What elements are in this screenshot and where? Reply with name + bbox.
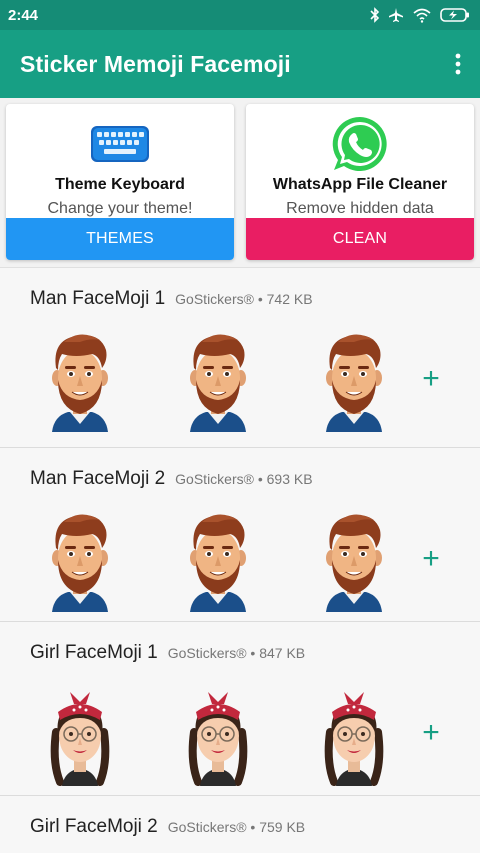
pack-publisher: GoStickers® — [167, 819, 247, 835]
status-icons — [370, 7, 470, 23]
pack-meta: GoStickers® • 693 KB — [175, 471, 312, 487]
sticker-pack[interactable]: Girl FaceMoji 1 GoStickers® • 847 KB + — [0, 622, 480, 796]
pack-meta: GoStickers® • 759 KB — [168, 819, 305, 835]
promo-area: Theme Keyboard Change your theme! THEMES… — [0, 98, 480, 268]
pack-name: Man FaceMoji 1 — [30, 288, 166, 309]
man-laugh-sticker — [178, 328, 258, 432]
promo-subtitle: Change your theme! — [47, 200, 193, 217]
more-vert-icon[interactable] — [454, 52, 462, 76]
girl-surprised-sticker — [314, 682, 394, 786]
sticker-row: + — [0, 328, 480, 438]
sticker-pack[interactable]: Man FaceMoji 1 GoStickers® • 742 KB + — [0, 268, 480, 448]
pack-meta: GoStickers® • 742 KB — [175, 291, 312, 307]
promo-card-whatsapp[interactable]: WhatsApp File Cleaner Remove hidden data… — [246, 104, 474, 260]
pack-header: Girl FaceMoji 1 GoStickers® • 847 KB — [30, 642, 305, 664]
pack-size: 742 KB — [266, 291, 313, 307]
pack-name: Girl FaceMoji 1 — [30, 642, 158, 663]
airplane-icon — [389, 8, 403, 22]
girl-smile-sticker — [40, 682, 120, 786]
pack-header: Girl FaceMoji 2 GoStickers® • 759 KB — [30, 816, 305, 838]
pack-publisher: GoStickers® — [175, 471, 254, 487]
sticker-row: + — [0, 682, 480, 792]
man-wink-sticker — [178, 508, 258, 612]
pack-name: Man FaceMoji 2 — [30, 468, 166, 489]
meta-separator: • — [257, 471, 263, 487]
add-icon[interactable]: + — [418, 364, 444, 394]
promo-card-keyboard[interactable]: Theme Keyboard Change your theme! THEMES — [6, 104, 234, 260]
keyboard-icon — [88, 114, 152, 174]
meta-separator: • — [250, 645, 256, 661]
themes-button[interactable]: THEMES — [6, 218, 234, 260]
sticker-pack[interactable]: Girl FaceMoji 2 GoStickers® • 759 KB — [0, 796, 480, 853]
meta-separator: • — [250, 819, 256, 835]
pack-name: Girl FaceMoji 2 — [30, 816, 158, 837]
pack-publisher: GoStickers® — [175, 291, 254, 307]
bluetooth-icon — [370, 7, 380, 23]
app-title: Sticker Memoji Facemoji — [20, 50, 291, 77]
man-smile-sticker — [40, 328, 120, 432]
sticker-row: + — [0, 508, 480, 618]
man-surprised-sticker — [314, 328, 394, 432]
battery-charging-icon — [440, 8, 469, 22]
pack-header: Man FaceMoji 2 GoStickers® • 693 KB — [30, 468, 313, 490]
status-time: 2:44 — [8, 6, 39, 24]
pack-size: 759 KB — [259, 819, 306, 835]
promo-title: WhatsApp File Cleaner — [272, 176, 448, 193]
wifi-icon — [413, 8, 431, 23]
pack-publisher: GoStickers® — [167, 645, 247, 661]
add-icon[interactable]: + — [418, 718, 444, 748]
add-icon[interactable]: + — [418, 544, 444, 574]
pack-size: 847 KB — [259, 645, 306, 661]
clean-button[interactable]: CLEAN — [246, 218, 474, 260]
status-bar: 2:44 — [0, 0, 480, 30]
promo-title: Theme Keyboard — [55, 176, 185, 193]
meta-separator: • — [257, 291, 263, 307]
pack-header: Man FaceMoji 1 GoStickers® • 742 KB — [30, 288, 313, 310]
app-bar: Sticker Memoji Facemoji — [0, 30, 480, 98]
man-shocked-sticker — [40, 508, 120, 612]
girl-grin-sticker — [178, 682, 258, 786]
man-heart-eyes-sticker — [314, 508, 394, 612]
promo-subtitle: Remove hidden data — [286, 200, 434, 217]
sticker-pack[interactable]: Man FaceMoji 2 GoStickers® • 693 KB + — [0, 448, 480, 622]
pack-meta: GoStickers® • 847 KB — [168, 645, 305, 661]
pack-size: 693 KB — [266, 471, 313, 487]
whatsapp-icon — [328, 114, 392, 174]
